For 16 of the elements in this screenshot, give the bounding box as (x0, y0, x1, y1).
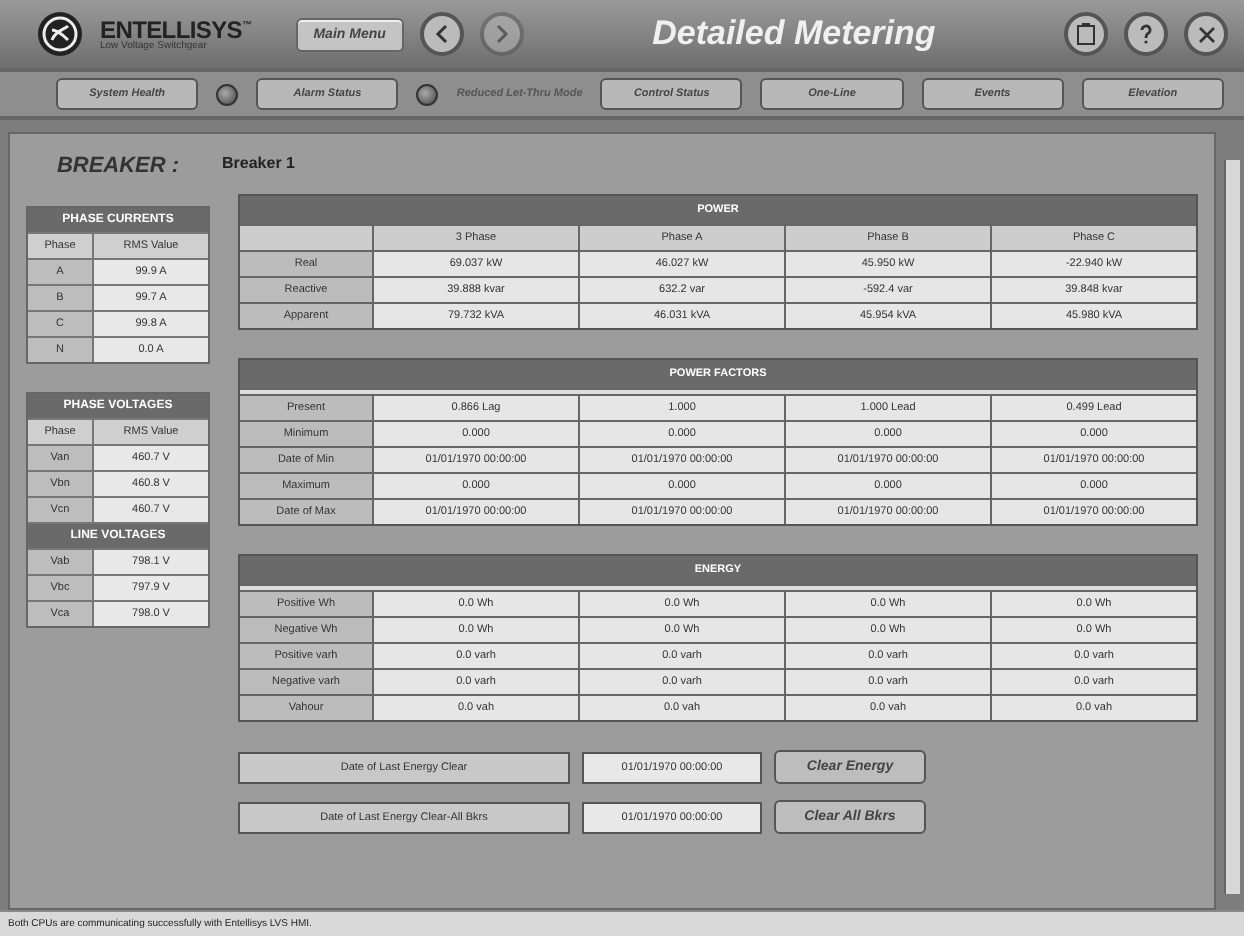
back-button[interactable] (419, 12, 464, 56)
page-title: Detailed Metering (650, 14, 938, 54)
logo-icon (36, 10, 84, 58)
breaker-label: BREAKER : (54, 154, 182, 178)
status-light-icon (216, 83, 239, 105)
breaker-name: Breaker 1 (222, 154, 297, 176)
brand-name: ENTELLISYS$^{™}$ (100, 17, 252, 41)
help-icon (1138, 24, 1154, 44)
calendar-button[interactable] (1064, 12, 1108, 56)
status-light-icon (416, 83, 439, 105)
forward-button[interactable] (479, 12, 524, 56)
help-button[interactable] (1124, 12, 1168, 56)
close-icon (1197, 25, 1215, 43)
close-button[interactable] (1184, 12, 1228, 56)
scrollbar[interactable] (1224, 160, 1240, 894)
corner-header-cell (240, 226, 372, 250)
